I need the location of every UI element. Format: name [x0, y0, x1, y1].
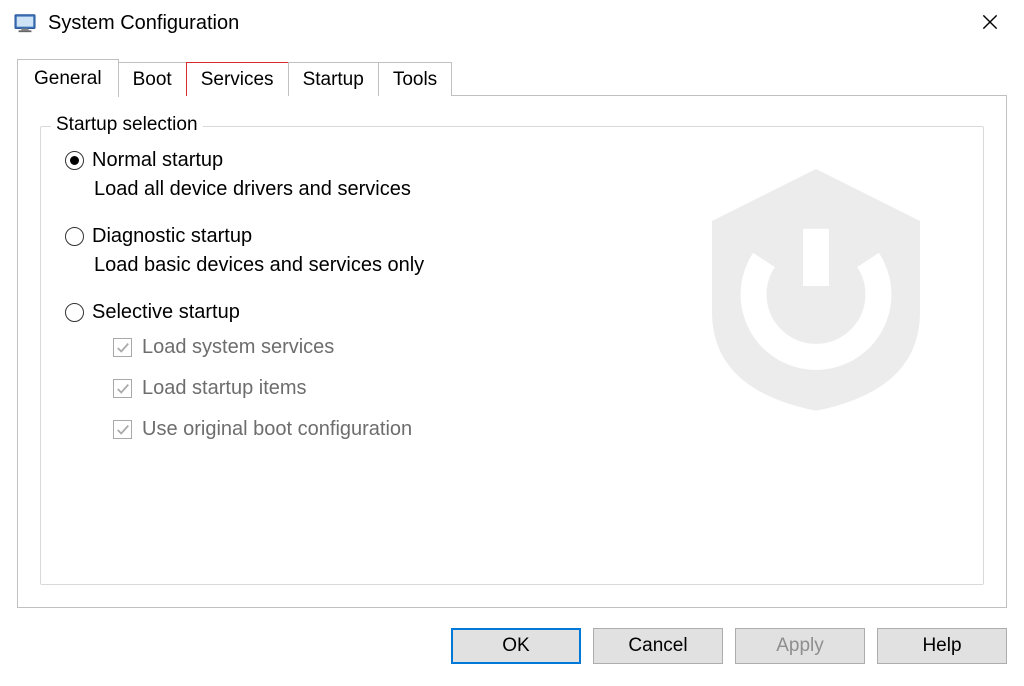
radio-label: Diagnostic startup [92, 225, 252, 248]
tab-general[interactable]: General [17, 59, 119, 97]
dialog-client-area: General Boot Services Startup Tools Star… [17, 58, 1007, 608]
button-label: Help [922, 635, 961, 657]
checkbox-load-startup-items[interactable] [113, 379, 132, 398]
check-icon [116, 382, 130, 396]
groupbox-legend: Startup selection [51, 114, 203, 136]
button-label: Apply [776, 635, 824, 657]
radio-selected-dot [70, 156, 79, 165]
radio-diagnostic-startup[interactable] [65, 227, 84, 246]
close-button[interactable] [970, 10, 1010, 36]
tab-label: Startup [303, 69, 364, 91]
tab-boot[interactable]: Boot [118, 62, 187, 96]
check-icon [116, 423, 130, 437]
tab-startup[interactable]: Startup [288, 62, 379, 96]
check-row-load-startup-items: Load startup items [113, 377, 963, 400]
check-label: Load system services [142, 336, 334, 359]
radio-label: Selective startup [92, 301, 240, 324]
check-row-load-system-services: Load system services [113, 336, 963, 359]
radio-option-diagnostic: Diagnostic startup Load basic devices an… [65, 225, 963, 277]
apply-button[interactable]: Apply [735, 628, 865, 664]
tab-tools[interactable]: Tools [378, 62, 452, 96]
groupbox-startup-selection: Startup selection Normal startup Load al… [40, 126, 984, 585]
radio-normal-startup[interactable] [65, 151, 84, 170]
tab-label: General [34, 68, 102, 90]
radio-description: Load basic devices and services only [94, 254, 963, 277]
button-label: OK [502, 635, 529, 657]
tab-label: Services [201, 69, 274, 91]
selective-checklist: Load system services Load startup items … [113, 336, 963, 441]
check-label: Load startup items [142, 377, 307, 400]
dialog-button-row: OK Cancel Apply Help [451, 628, 1007, 664]
check-label: Use original boot configuration [142, 418, 412, 441]
checkbox-use-original-boot-config[interactable] [113, 420, 132, 439]
radio-description: Load all device drivers and services [94, 178, 963, 201]
tabstrip: General Boot Services Startup Tools [17, 58, 1007, 96]
msconfig-icon [14, 12, 36, 34]
tab-label: Boot [133, 69, 172, 91]
ok-button[interactable]: OK [451, 628, 581, 664]
titlebar: System Configuration [0, 0, 1024, 46]
close-icon [980, 12, 1000, 32]
tab-page-general: Startup selection Normal startup Load al… [17, 95, 1007, 608]
radio-label: Normal startup [92, 149, 223, 172]
check-icon [116, 341, 130, 355]
tab-services[interactable]: Services [186, 62, 289, 96]
checkbox-load-system-services[interactable] [113, 338, 132, 357]
cancel-button[interactable]: Cancel [593, 628, 723, 664]
radio-selective-startup[interactable] [65, 303, 84, 322]
check-row-use-original-boot-config: Use original boot configuration [113, 418, 963, 441]
button-label: Cancel [628, 635, 687, 657]
help-button[interactable]: Help [877, 628, 1007, 664]
radio-option-selective: Selective startup [65, 301, 963, 324]
tab-label: Tools [393, 69, 437, 91]
window-title: System Configuration [48, 12, 970, 35]
groupbox-content: Normal startup Load all device drivers a… [41, 127, 983, 441]
radio-option-normal: Normal startup Load all device drivers a… [65, 149, 963, 201]
